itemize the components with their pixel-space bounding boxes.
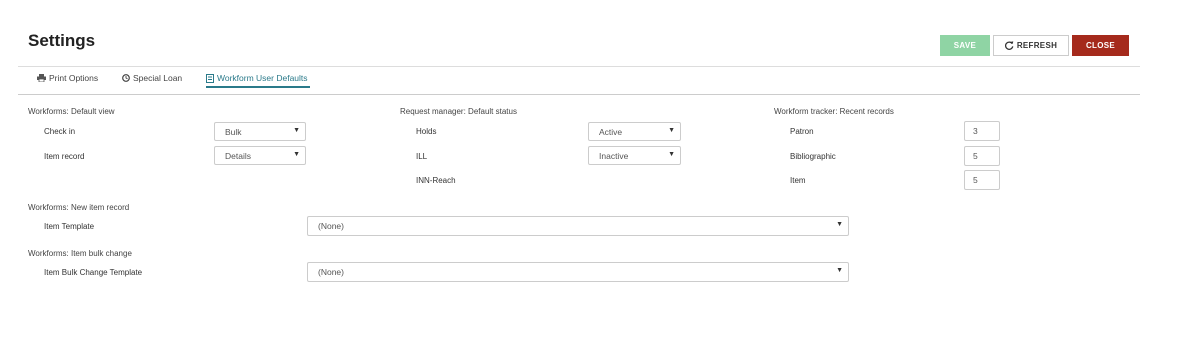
bibliographic-count-input[interactable]: 5 (964, 146, 1000, 166)
caret-down-icon: ▼ (668, 151, 675, 158)
caret-down-icon: ▼ (293, 127, 300, 134)
save-button[interactable]: SAVE (940, 35, 990, 56)
header-divider (18, 66, 1140, 67)
item-template-label: Item Template (44, 222, 95, 231)
tab-label: Special Loan (133, 73, 183, 83)
holds-select[interactable]: Active ▼ (588, 122, 681, 141)
ill-value: Inactive (599, 150, 629, 161)
ill-label: ILL (416, 152, 428, 161)
form-icon (206, 73, 214, 83)
check-in-select[interactable]: Bulk ▼ (214, 122, 306, 141)
page-title: Settings (28, 31, 96, 50)
patron-count-input[interactable]: 3 (964, 121, 1000, 141)
holds-label: Holds (416, 127, 437, 136)
caret-down-icon: ▼ (836, 221, 843, 228)
item-record-select[interactable]: Details ▼ (214, 146, 306, 165)
inn-reach-label: INN-Reach (416, 176, 456, 185)
section-request-manager: Request manager: Default status (400, 107, 517, 116)
active-tab-indicator (206, 86, 310, 88)
ill-select[interactable]: Inactive ▼ (588, 146, 681, 165)
refresh-button[interactable]: REFRESH (993, 35, 1069, 56)
tabs-divider (18, 94, 1140, 95)
close-button[interactable]: CLOSE (1072, 35, 1129, 56)
caret-down-icon: ▼ (668, 127, 675, 134)
caret-down-icon: ▼ (293, 151, 300, 158)
caret-down-icon: ▼ (836, 267, 843, 274)
item-bulk-change-template-value: (None) (318, 267, 344, 277)
item-template-select[interactable]: (None) ▼ (307, 216, 849, 236)
item-bulk-change-template-label: Item Bulk Change Template (44, 268, 143, 277)
item-template-value: (None) (318, 221, 344, 231)
print-icon (37, 74, 46, 82)
item-record-label: Item record (44, 152, 85, 161)
check-in-label: Check in (44, 127, 76, 136)
section-item-bulk-change: Workforms: Item bulk change (28, 249, 132, 258)
item-label: Item (790, 176, 806, 185)
item-count-input[interactable]: 5 (964, 170, 1000, 190)
check-in-value: Bulk (225, 126, 242, 137)
clock-icon (122, 74, 130, 82)
patron-label: Patron (790, 127, 814, 136)
section-workform-tracker: Workform tracker: Recent records (774, 107, 894, 116)
tab-special-loan[interactable]: Special Loan (122, 73, 182, 83)
holds-value: Active (599, 126, 623, 137)
refresh-label: REFRESH (1016, 41, 1058, 50)
tab-label: Workform User Defaults (217, 73, 308, 83)
tab-print-options[interactable]: Print Options (37, 73, 98, 83)
bibliographic-label: Bibliographic (790, 152, 836, 161)
refresh-icon (1004, 41, 1014, 50)
item-bulk-change-template-select[interactable]: (None) ▼ (307, 262, 849, 282)
section-new-item-record: Workforms: New item record (28, 203, 130, 212)
section-workforms-default-view: Workforms: Default view (28, 107, 115, 116)
tab-label: Print Options (49, 73, 99, 83)
tab-workform-user-defaults[interactable]: Workform User Defaults (206, 73, 308, 83)
item-record-value: Details (225, 150, 251, 161)
